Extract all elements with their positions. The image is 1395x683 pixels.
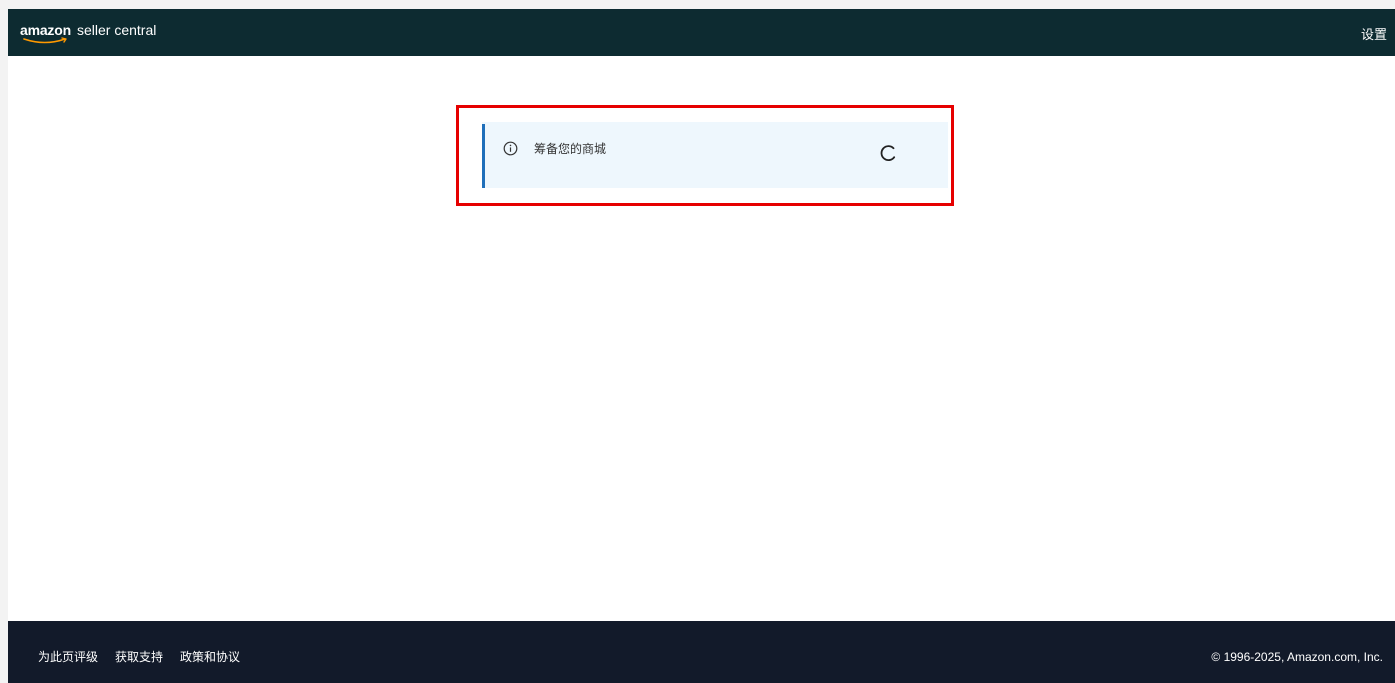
footer-link-rate-page[interactable]: 为此页评级 bbox=[38, 648, 98, 665]
loading-spinner-icon bbox=[880, 145, 896, 162]
footer-links: 为此页评级 获取支持 政策和协议 bbox=[38, 648, 240, 665]
settings-link[interactable]: 设置 bbox=[1361, 24, 1387, 43]
info-icon bbox=[503, 141, 518, 156]
window-edge-left bbox=[0, 0, 8, 683]
footer-link-policies[interactable]: 政策和协议 bbox=[180, 648, 240, 665]
top-navigation-bar: amazon seller central 设置 bbox=[8, 9, 1395, 56]
footer-link-get-support[interactable]: 获取支持 bbox=[115, 648, 163, 665]
window-edge-top bbox=[0, 0, 1395, 9]
logo-brand-text: amazon bbox=[20, 22, 71, 38]
info-alert: 筹备您的商城 bbox=[482, 122, 948, 188]
amazon-smile-icon bbox=[23, 37, 67, 44]
alert-message: 筹备您的商城 bbox=[534, 142, 607, 156]
copyright-text: © 1996-2025, Amazon.com, Inc. bbox=[1211, 650, 1383, 664]
page: amazon seller central 设置 筹备您的商城 为此页评级 获取… bbox=[0, 0, 1395, 683]
alert-accent-bar bbox=[482, 124, 485, 188]
logo-product-text: seller central bbox=[77, 22, 157, 38]
page-footer: 为此页评级 获取支持 政策和协议 © 1996-2025, Amazon.com… bbox=[8, 621, 1395, 683]
